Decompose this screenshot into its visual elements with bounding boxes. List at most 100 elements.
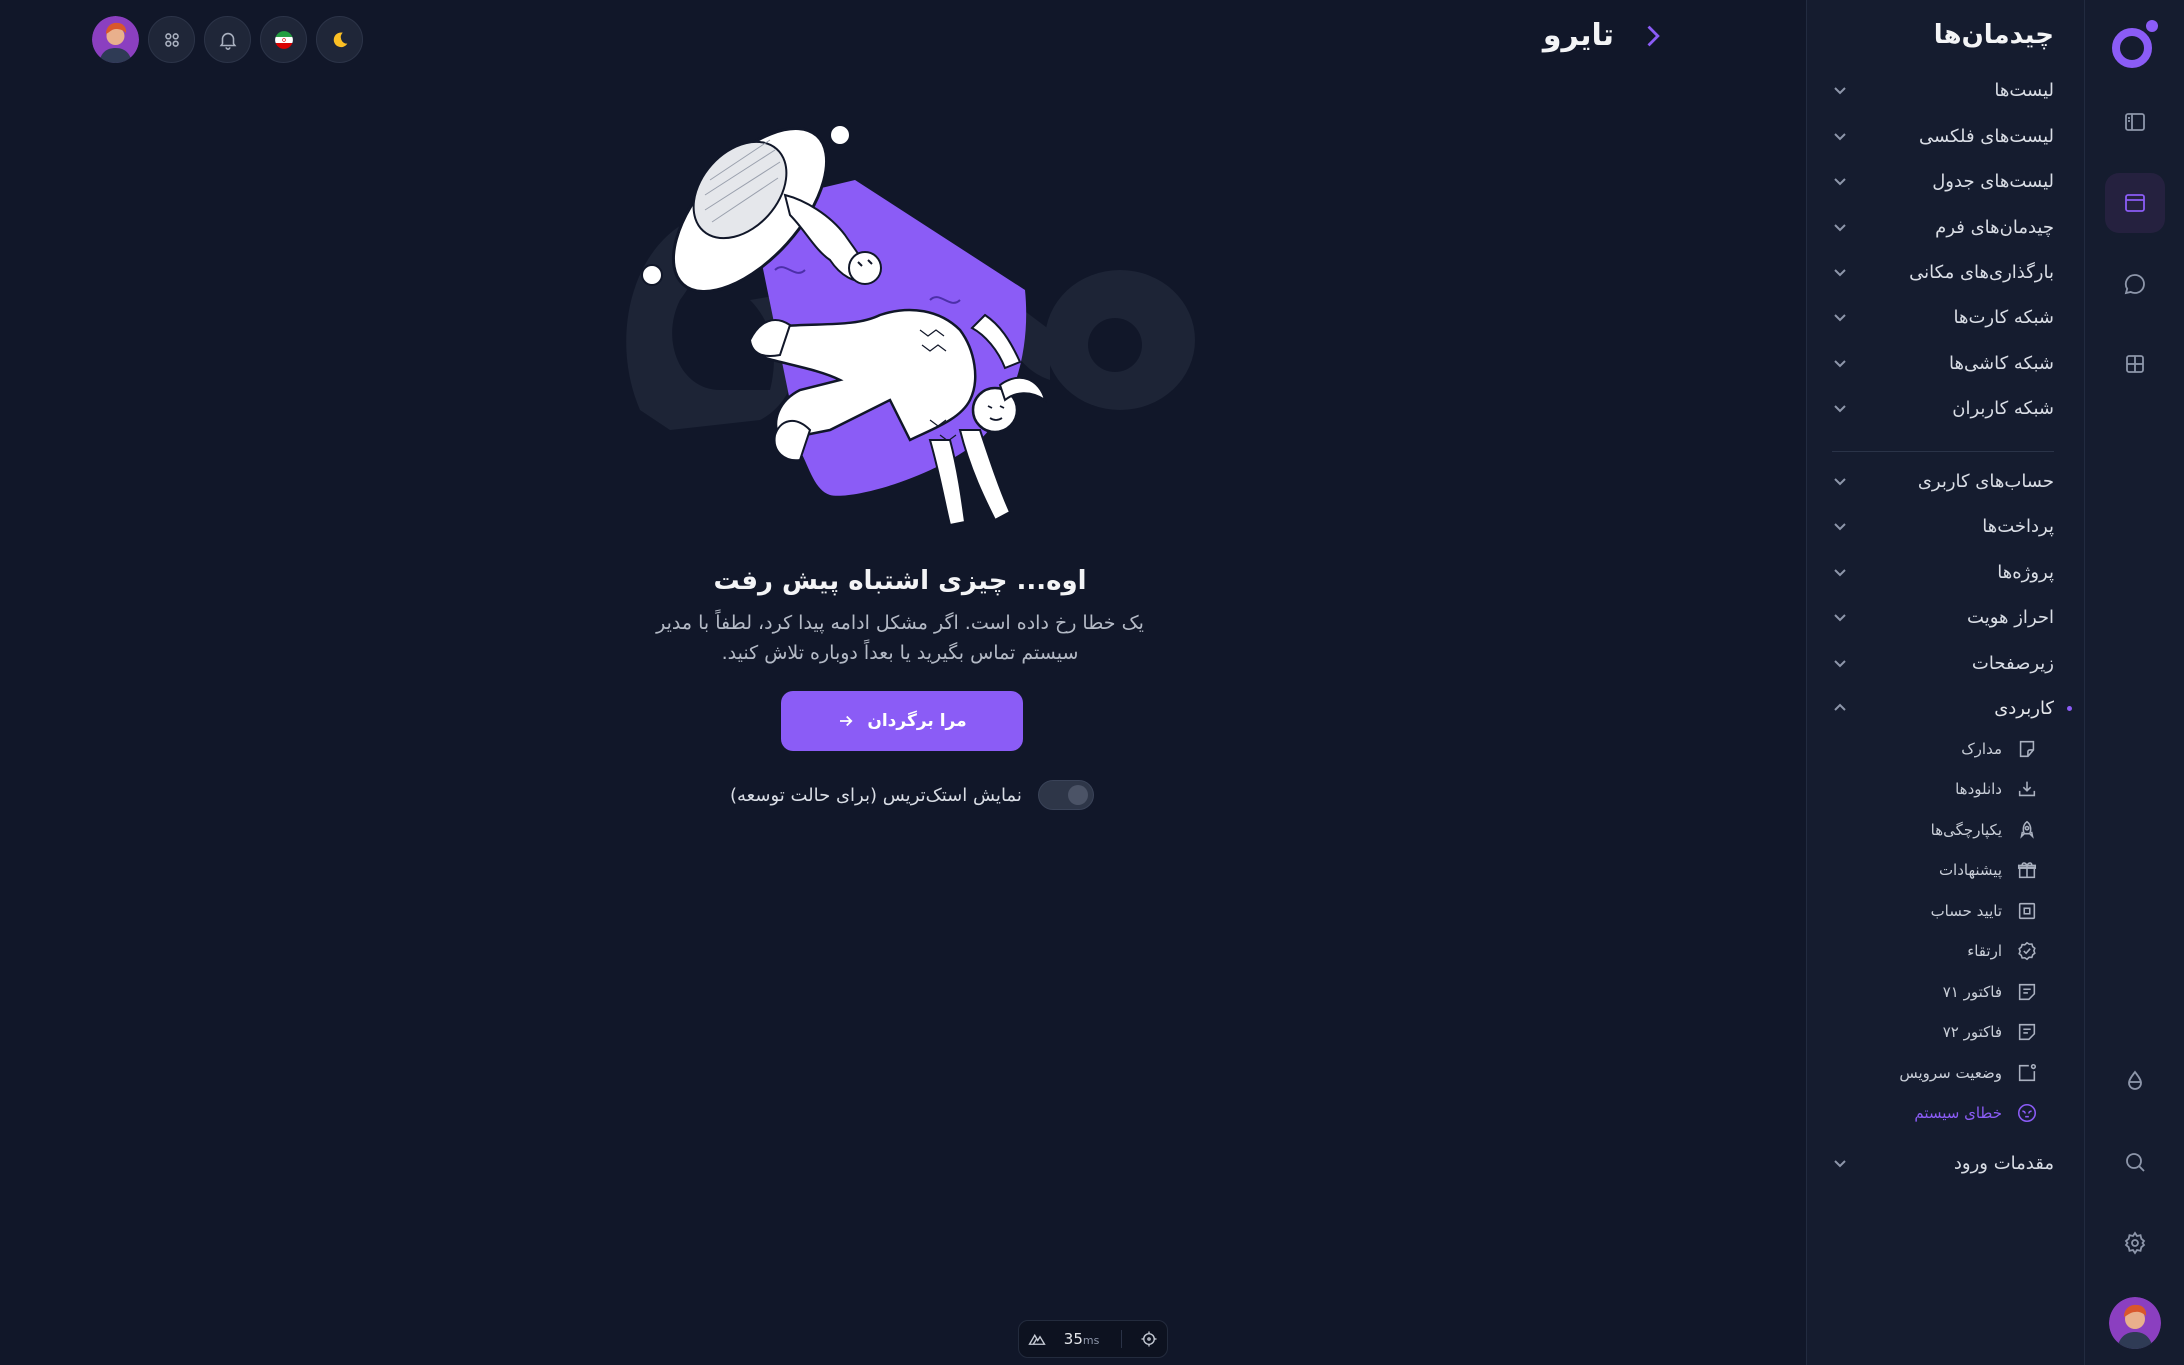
settings-gear-icon[interactable] xyxy=(2105,1213,2165,1273)
menu-item-login-basics[interactable]: مقدمات ورود xyxy=(1832,1145,2054,1181)
active-dot xyxy=(2067,706,2072,711)
menu-item-label: شبکه کاربران xyxy=(1952,397,2054,419)
sub-item-system-error[interactable]: خطای سیستم xyxy=(1914,1097,2038,1129)
menu-item-flex-lists[interactable]: لیست‌های فلکسی xyxy=(1832,118,2054,154)
sub-item-documents[interactable]: مدارک xyxy=(1961,733,2038,765)
sub-item-label: یکپارچگی‌ها xyxy=(1930,821,2002,839)
render-time-unit: ms xyxy=(1082,1334,1100,1347)
sidebar-divider xyxy=(1832,451,2054,452)
alien-icon xyxy=(2016,1102,2038,1124)
sub-item-label: خطای سیستم xyxy=(1914,1104,2002,1122)
sub-item-downloads[interactable]: دانلودها xyxy=(1955,773,2038,805)
stacktrace-toggle-row: نمایش استک‌تریس (برای حالت توسعه) xyxy=(730,780,1094,810)
gift-icon xyxy=(2016,859,2038,881)
stacktrace-toggle[interactable] xyxy=(1037,780,1094,810)
chevron-up-icon xyxy=(1834,703,1846,711)
take-me-back-button[interactable]: مرا برگردان xyxy=(781,691,1023,751)
chevron-right-icon[interactable] xyxy=(1638,22,1666,50)
dark-mode-moon-icon[interactable] xyxy=(316,16,363,63)
chevron-down-icon xyxy=(1834,660,1846,668)
sub-item-label: ارتقاء xyxy=(1967,942,2002,960)
crosshair-icon[interactable] xyxy=(1140,1330,1158,1348)
chevron-down-icon xyxy=(1834,87,1846,95)
menu-item-label: لیست‌های فلکسی xyxy=(1919,125,2054,147)
nuxt-logo-icon[interactable] xyxy=(1028,1330,1046,1348)
toggle-knob xyxy=(1067,785,1088,805)
menu-item-card-grid[interactable]: شبکه کارت‌ها xyxy=(1832,299,2054,335)
sub-item-upgrade[interactable]: ارتقاء xyxy=(1967,935,2038,967)
sub-item-service-status[interactable]: وضعیت سرویس xyxy=(1899,1057,2038,1089)
menu-item-label: چیدمان‌های فرم xyxy=(1935,216,2054,238)
menu-item-label: پرداخت‌ها xyxy=(1982,515,2054,537)
notification-bell-icon[interactable] xyxy=(204,16,251,63)
sub-item-offers[interactable]: پیشنهادات xyxy=(1939,854,2038,886)
chevron-down-icon xyxy=(1834,614,1846,622)
chevron-down-icon xyxy=(1834,360,1846,368)
menu-item-auth[interactable]: احراز هویت xyxy=(1832,599,2054,635)
invoice-icon xyxy=(2016,981,2038,1003)
menu-item-label: حساب‌های کاربری xyxy=(1917,470,2054,492)
language-flag-icon[interactable] xyxy=(260,16,307,63)
sub-item-invoice-71[interactable]: فاکتور ۷۱ xyxy=(1943,976,2038,1008)
sidebar-toggle-icon[interactable] xyxy=(2105,92,2165,152)
menu-item-subpages[interactable]: زیرصفحات xyxy=(1832,645,2054,681)
menu-item-placeloads[interactable]: بارگذاری‌های مکانی xyxy=(1832,254,2054,290)
menu-item-label: لیست‌های جدول xyxy=(1932,170,2054,192)
chevron-down-icon xyxy=(1834,1160,1846,1168)
dev-toolbar: 35ms xyxy=(1018,1320,1168,1358)
status-icon xyxy=(2016,1062,2038,1084)
drop-icon[interactable] xyxy=(2105,1051,2165,1111)
app-name: تایرو xyxy=(1542,18,1614,53)
menu-item-label: کاربردی xyxy=(1994,697,2054,719)
menu-item-label: شبکه کاشی‌ها xyxy=(1949,352,2054,374)
menu-item-accounts[interactable]: حساب‌های کاربری xyxy=(1832,463,2054,499)
menu-item-label: لیست‌ها xyxy=(1994,79,2054,101)
profile-avatar[interactable] xyxy=(92,16,139,63)
badge-check-icon xyxy=(2016,940,2038,962)
take-me-back-label: مرا برگردان xyxy=(867,711,967,731)
sidebar: چیدمان‌ها لیست‌ها لیست‌های فلکسی لیست‌ها… xyxy=(1806,0,2084,1365)
chevron-down-icon xyxy=(1834,269,1846,277)
menu-item-label: بارگذاری‌های مکانی xyxy=(1909,261,2054,283)
chevron-down-icon xyxy=(1834,133,1846,141)
download-icon xyxy=(2016,778,2038,800)
chevron-down-icon xyxy=(1834,569,1846,577)
layouts-icon[interactable] xyxy=(2105,173,2165,233)
chevron-down-icon xyxy=(1834,314,1846,322)
sub-item-label: تایید حساب xyxy=(1930,902,2002,920)
sub-item-label: وضعیت سرویس xyxy=(1899,1064,2002,1082)
devbar-separator xyxy=(1121,1330,1123,1348)
menu-item-user-grid[interactable]: شبکه کاربران xyxy=(1832,390,2054,426)
menu-item-tile-grid[interactable]: شبکه کاشی‌ها xyxy=(1832,345,2054,381)
top-actions xyxy=(92,16,363,63)
app-logo[interactable] xyxy=(2110,18,2162,70)
chevron-down-icon xyxy=(1834,178,1846,186)
menu-item-label: زیرصفحات xyxy=(1971,652,2054,674)
chat-icon[interactable] xyxy=(2105,254,2165,314)
grid-icon[interactable] xyxy=(2105,334,2165,394)
sub-item-label: فاکتور ۷۲ xyxy=(1942,1023,2002,1041)
menu-item-table-lists[interactable]: لیست‌های جدول xyxy=(1832,163,2054,199)
menu-item-projects[interactable]: پروژه‌ها xyxy=(1832,554,2054,590)
menu-item-payments[interactable]: پرداخت‌ها xyxy=(1832,508,2054,544)
chevron-down-icon xyxy=(1834,224,1846,232)
user-avatar[interactable] xyxy=(2109,1297,2161,1349)
menu-item-utility[interactable]: کاربردی xyxy=(1832,690,2072,726)
sub-item-invoice-72[interactable]: فاکتور ۷۲ xyxy=(1943,1016,2038,1048)
sub-item-verify-account[interactable]: تایید حساب xyxy=(1931,895,2038,927)
search-icon[interactable] xyxy=(2105,1132,2165,1192)
menu-item-form-layouts[interactable]: چیدمان‌های فرم xyxy=(1832,209,2054,245)
verify-box-icon xyxy=(2016,900,2038,922)
brand: تایرو xyxy=(1543,18,1666,53)
apps-grid-icon[interactable] xyxy=(148,16,195,63)
sub-item-label: مدارک xyxy=(1961,740,2002,758)
chevron-down-icon xyxy=(1834,523,1846,531)
sub-item-label: فاکتور ۷۱ xyxy=(1942,983,2002,1001)
render-time: 35ms xyxy=(1064,1330,1104,1348)
sub-item-integrations[interactable]: یکپارچگی‌ها xyxy=(1931,814,2038,846)
sidebar-title: چیدمان‌ها xyxy=(1933,20,2054,50)
menu-item-lists[interactable]: لیست‌ها xyxy=(1832,72,2054,108)
error-illustration xyxy=(626,124,1195,527)
sticky-note-icon xyxy=(2016,738,2038,760)
menu-item-label: شبکه کارت‌ها xyxy=(1953,306,2055,328)
